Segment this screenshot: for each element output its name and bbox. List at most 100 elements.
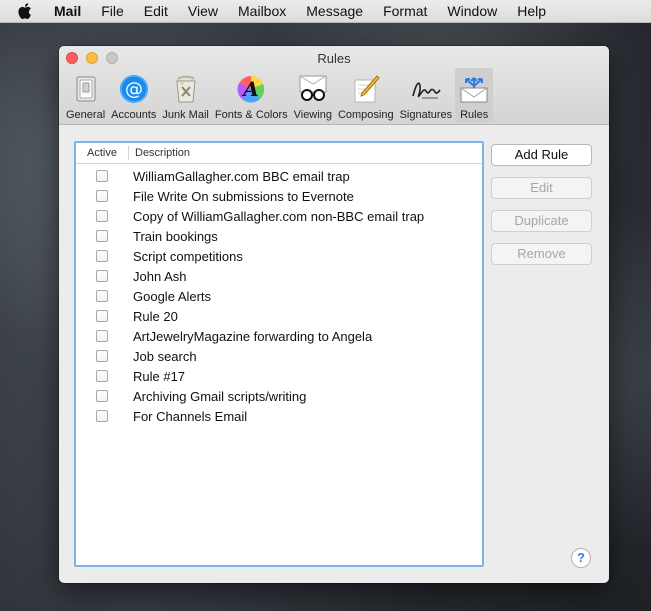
table-row[interactable]: ArtJewelryMagazine forwarding to Angela <box>76 326 482 346</box>
remove-rule-button[interactable]: Remove <box>491 243 592 265</box>
tab-label: General <box>66 109 106 121</box>
tab-label: Signatures <box>399 109 453 121</box>
menu-help[interactable]: Help <box>517 3 546 19</box>
tab-fonts-colors[interactable]: A Fonts & Colors <box>212 68 291 122</box>
help-button[interactable]: ? <box>571 548 591 568</box>
table-row[interactable]: Copy of WilliamGallagher.com non-BBC ema… <box>76 206 482 226</box>
tab-viewing[interactable]: Viewing <box>291 68 335 122</box>
pencil-icon <box>350 73 382 105</box>
rule-description: Archiving Gmail scripts/writing <box>133 388 307 404</box>
rule-active-checkbox[interactable] <box>96 390 108 402</box>
table-row[interactable]: Job search <box>76 346 482 366</box>
table-row[interactable]: Script competitions <box>76 246 482 266</box>
window-titlebar: Rules General @ Accounts Junk Mail A Fon… <box>59 46 609 125</box>
menu-view[interactable]: View <box>188 3 218 19</box>
window-title: Rules <box>317 51 351 66</box>
tab-label: Rules <box>460 109 489 121</box>
rule-description: Rule 20 <box>133 308 178 324</box>
checkbox-cell <box>76 170 128 182</box>
rule-description: Job search <box>133 348 197 364</box>
trash-icon <box>170 73 202 105</box>
checkbox-cell <box>76 190 128 202</box>
menu-format[interactable]: Format <box>383 3 427 19</box>
rule-active-checkbox[interactable] <box>96 330 108 342</box>
rule-description: Script competitions <box>133 248 243 264</box>
rules-rows: WilliamGallagher.com BBC email trap File… <box>76 164 482 426</box>
rule-active-checkbox[interactable] <box>96 170 108 182</box>
table-row[interactable]: Train bookings <box>76 226 482 246</box>
column-header-description[interactable]: Description <box>129 147 190 159</box>
glasses-icon <box>297 73 329 105</box>
menu-mailbox[interactable]: Mailbox <box>238 3 286 19</box>
table-row[interactable]: Rule 20 <box>76 306 482 326</box>
rule-active-checkbox[interactable] <box>96 210 108 222</box>
rule-active-checkbox[interactable] <box>96 310 108 322</box>
duplicate-rule-button[interactable]: Duplicate <box>491 210 592 232</box>
svg-text:A: A <box>241 77 259 101</box>
rule-active-checkbox[interactable] <box>96 410 108 422</box>
rule-active-checkbox[interactable] <box>96 250 108 262</box>
tab-junk-mail[interactable]: Junk Mail <box>159 68 211 122</box>
rule-description: Rule #17 <box>133 368 186 384</box>
rules-table[interactable]: Active Description WilliamGallagher.com … <box>74 141 484 567</box>
apple-icon[interactable] <box>18 0 34 22</box>
rule-description: Copy of WilliamGallagher.com non-BBC ema… <box>133 208 425 224</box>
rule-active-checkbox[interactable] <box>96 270 108 282</box>
fonts-colors-icon: A <box>235 73 267 105</box>
rule-description: John Ash <box>133 268 187 284</box>
column-header-active[interactable]: Active <box>76 146 129 160</box>
tab-label: Fonts & Colors <box>214 109 288 121</box>
table-row[interactable]: Archiving Gmail scripts/writing <box>76 386 482 406</box>
table-row[interactable]: For Channels Email <box>76 406 482 426</box>
table-header: Active Description <box>76 143 482 164</box>
checkbox-cell <box>76 390 128 402</box>
menu-file[interactable]: File <box>101 3 124 19</box>
rule-active-checkbox[interactable] <box>96 350 108 362</box>
switch-icon <box>70 73 102 105</box>
tab-label: Accounts <box>111 109 157 121</box>
checkbox-cell <box>76 230 128 242</box>
tab-rules[interactable]: Rules <box>455 68 494 122</box>
tab-label: Junk Mail <box>162 109 209 121</box>
menu-message[interactable]: Message <box>306 3 363 19</box>
tab-accounts[interactable]: @ Accounts <box>108 68 159 122</box>
checkbox-cell <box>76 330 128 342</box>
table-row[interactable]: WilliamGallagher.com BBC email trap <box>76 166 482 186</box>
rule-active-checkbox[interactable] <box>96 190 108 202</box>
rules-pane: Active Description WilliamGallagher.com … <box>59 125 609 583</box>
checkbox-cell <box>76 250 128 262</box>
checkbox-cell <box>76 210 128 222</box>
rule-description: Google Alerts <box>133 288 212 304</box>
signature-icon <box>410 73 442 105</box>
rule-description: File Write On submissions to Evernote <box>133 188 354 204</box>
at-sign-icon: @ <box>118 73 150 105</box>
tab-label: Composing <box>337 109 394 121</box>
preferences-toolbar: General @ Accounts Junk Mail A Fonts & C… <box>63 68 494 122</box>
table-row[interactable]: Google Alerts <box>76 286 482 306</box>
menu-bar: Mail File Edit View Mailbox Message Form… <box>0 0 651 23</box>
rule-description: Train bookings <box>133 228 218 244</box>
menu-edit[interactable]: Edit <box>144 3 168 19</box>
checkbox-cell <box>76 350 128 362</box>
rule-active-checkbox[interactable] <box>96 370 108 382</box>
tab-general[interactable]: General <box>63 68 108 122</box>
checkbox-cell <box>76 310 128 322</box>
checkbox-cell <box>76 270 128 282</box>
svg-text:@: @ <box>125 79 143 100</box>
rule-description: ArtJewelryMagazine forwarding to Angela <box>133 328 373 344</box>
menu-window[interactable]: Window <box>447 3 497 19</box>
rule-active-checkbox[interactable] <box>96 230 108 242</box>
table-row[interactable]: Rule #17 <box>76 366 482 386</box>
menu-app-mail[interactable]: Mail <box>54 3 81 19</box>
tab-signatures[interactable]: Signatures <box>397 68 456 122</box>
table-row[interactable]: File Write On submissions to Evernote <box>76 186 482 206</box>
tab-composing[interactable]: Composing <box>335 68 397 122</box>
checkbox-cell <box>76 410 128 422</box>
edit-rule-button[interactable]: Edit <box>491 177 592 199</box>
tab-label: Viewing <box>293 109 332 121</box>
rule-active-checkbox[interactable] <box>96 290 108 302</box>
table-row[interactable]: John Ash <box>76 266 482 286</box>
rules-envelope-icon <box>458 73 490 105</box>
add-rule-button[interactable]: Add Rule <box>491 144 592 166</box>
checkbox-cell <box>76 370 128 382</box>
